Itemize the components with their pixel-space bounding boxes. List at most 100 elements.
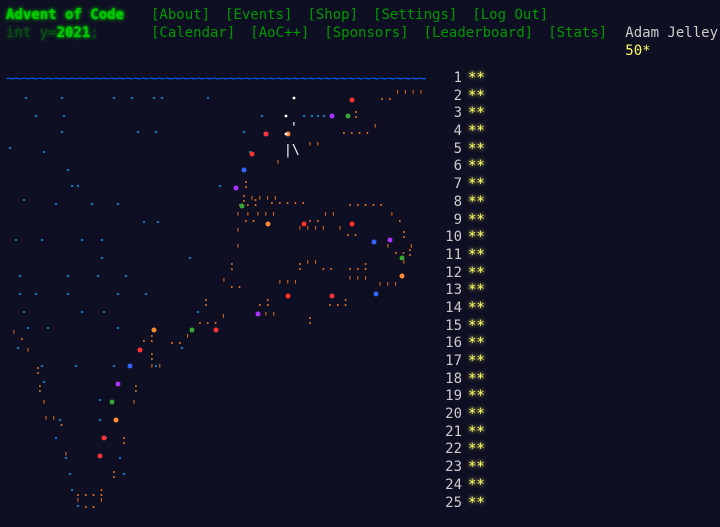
day-stars: ** (468, 299, 485, 316)
calendar-day-19[interactable]: 19 ** (440, 388, 500, 406)
calendar-day-6[interactable]: 6 ** (440, 158, 500, 176)
sea-dot (243, 131, 245, 133)
nav-row-primary: [About] [Events] [Shop] [Settings] [Log Out] (151, 6, 581, 24)
calendar-art[interactable]: ~~~~~~~~~~~~~~~~~~~~~~~~~~~~~~~~~~~~~~~~… (6, 70, 426, 520)
day-number: 9 (453, 211, 462, 228)
nav-settings-link[interactable]: [Settings] (373, 7, 457, 23)
calendar-day-21[interactable]: 21 ** (440, 424, 500, 442)
calendar-day-14[interactable]: 14 ** (440, 300, 500, 318)
art-path-glyph: '..' (74, 497, 105, 512)
calendar-day-10[interactable]: 10 ** (440, 229, 500, 247)
nav-logout-link[interactable]: [Log Out] (472, 7, 548, 23)
calendar-day-23[interactable]: 23 ** (440, 459, 500, 477)
nav-sponsors-link[interactable]: [Sponsors] (324, 25, 408, 41)
nav-events-link[interactable]: [Events] (225, 7, 292, 23)
light-bulb (373, 291, 379, 297)
calendar-day-8[interactable]: 8 ** (440, 194, 500, 212)
calendar-day-25[interactable]: 25 ** (440, 495, 500, 513)
calendar-day-4[interactable]: 4 ** (440, 123, 500, 141)
event-year[interactable]: int y=2021; (6, 24, 142, 42)
sea-dot (91, 203, 93, 205)
day-number: 2 (453, 87, 462, 104)
light-bulb (151, 327, 157, 333)
day-number: 3 (453, 105, 462, 122)
light-bulb (329, 113, 335, 119)
calendar-day-11[interactable]: 11 ** (440, 247, 500, 265)
day-number: 10 (445, 229, 462, 246)
calendar-day-12[interactable]: 12 ** (440, 265, 500, 283)
day-number: 17 (445, 353, 462, 369)
calendar-day-9[interactable]: 9 ** (440, 212, 500, 230)
day-stars: ** (468, 476, 485, 493)
sea-dot (157, 221, 159, 223)
sea-dot (63, 115, 65, 117)
calendar-day-1[interactable]: 1 ** (440, 70, 500, 88)
light-bulb (345, 113, 351, 119)
art-path-glyph: ' (24, 347, 32, 362)
sea-dot (19, 293, 21, 295)
sea-dot (23, 199, 25, 201)
sea-dot (261, 115, 263, 117)
day-number: 6 (453, 158, 462, 175)
light-bulb (127, 363, 133, 369)
day-number: 22 (445, 441, 462, 458)
site-header: Advent of Code int y=2021; [About] [Event… (6, 6, 720, 59)
sea-dot (303, 115, 305, 117)
light-bulb (349, 97, 355, 103)
art-path-glyph: ..: (326, 295, 349, 310)
year-suffix: ; (90, 25, 99, 41)
calendar-day-24[interactable]: 24 ** (440, 477, 500, 495)
white-dot (284, 132, 288, 136)
calendar-day-7[interactable]: 7 ** (440, 176, 500, 194)
calendar-day-16[interactable]: 16 ** (440, 335, 500, 353)
art-path-glyph: : (400, 227, 408, 242)
sea-dot (27, 327, 29, 329)
light-bulb (255, 311, 261, 317)
nav-shop-link[interactable]: [Shop] (307, 7, 358, 23)
light-bulb (399, 273, 405, 279)
calendar-day-13[interactable]: 13 ** (440, 282, 500, 300)
day-number: 18 (445, 370, 462, 387)
calendar-day-17[interactable]: 17 ** (440, 353, 500, 371)
calendar-day-20[interactable]: 20 ** (440, 406, 500, 424)
white-dot (292, 96, 296, 100)
sea-dot (101, 257, 103, 259)
star-count: 50* (625, 43, 651, 59)
light-bulb (109, 399, 115, 405)
nav-leaderboard-link[interactable]: [Leaderboard] (424, 25, 534, 41)
calendar-day-15[interactable]: 15 ** (440, 318, 500, 336)
art-path-glyph: ' (40, 399, 48, 414)
day-stars: ** (468, 70, 485, 86)
day-stars: ** (468, 370, 485, 387)
day-number: 14 (445, 299, 462, 316)
light-bulb (387, 237, 393, 243)
art-path-glyph: ''' (276, 279, 299, 294)
art-path-glyph: ...' (196, 313, 227, 328)
user-name[interactable]: Adam Jelley (625, 25, 718, 41)
day-stars: ** (468, 105, 485, 122)
day-stars: ** (468, 246, 485, 263)
calendar-day-5[interactable]: 5 ** (440, 141, 500, 159)
calendar-day-18[interactable]: 18 ** (440, 371, 500, 389)
calendar-day-22[interactable]: 22 ** (440, 441, 500, 459)
day-stars: ** (468, 441, 485, 458)
art-path-glyph: '' (306, 141, 322, 156)
day-number: 11 (445, 246, 462, 263)
nav-aocpp-link[interactable]: [AoC++] (250, 25, 309, 41)
sea-dot (161, 97, 163, 99)
nav-calendar-link[interactable]: [Calendar] (151, 25, 235, 41)
nav-about-link[interactable]: [About] (151, 7, 210, 23)
art-path-glyph: ' (234, 243, 242, 258)
sea-dot (41, 239, 43, 241)
day-stars: ** (468, 211, 485, 228)
light-bulb (349, 221, 355, 227)
calendar-day-2[interactable]: 2 ** (440, 88, 500, 106)
art-path-glyph: ..' (168, 333, 191, 348)
site-title-link[interactable]: Advent of Code (6, 6, 142, 24)
sea-dot (125, 275, 127, 277)
calendar-day-3[interactable]: 3 ** (440, 105, 500, 123)
day-number: 15 (445, 317, 462, 334)
art-path-glyph: ' (62, 451, 70, 466)
day-number: 5 (453, 140, 462, 157)
art-path-glyph: : (120, 433, 128, 448)
